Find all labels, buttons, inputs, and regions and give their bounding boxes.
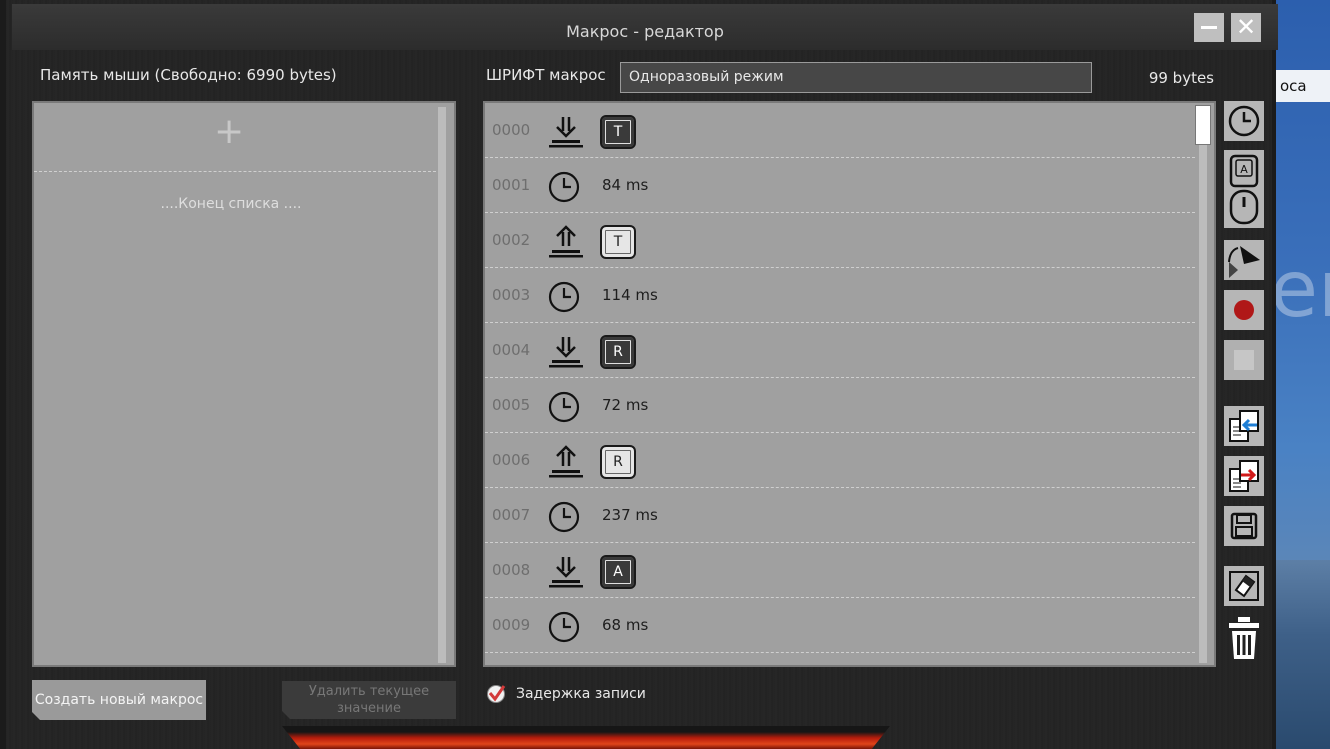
stop-icon [1234, 350, 1254, 370]
minimize-icon [1201, 26, 1217, 29]
event-row[interactable]: 0009 68 ms [485, 598, 1195, 653]
cursor-tool-button[interactable] [1224, 240, 1264, 280]
key-release-icon [548, 225, 584, 259]
insert-key-mouse-button[interactable]: A [1224, 150, 1264, 228]
key-press-icon [548, 555, 584, 589]
playback-mode-select[interactable]: Одноразовый режим [620, 62, 1092, 93]
delay-value[interactable]: 68 ms [602, 598, 648, 653]
event-row[interactable]: 0005 72 ms [485, 378, 1195, 433]
key-cap: T [600, 225, 636, 259]
event-row[interactable]: 0003 114 ms [485, 268, 1195, 323]
stop-button[interactable] [1224, 340, 1264, 380]
key-cap: A [600, 555, 636, 589]
macro-size-label: 99 bytes [1148, 69, 1214, 87]
delay-value[interactable]: 84 ms [602, 158, 648, 213]
event-row[interactable]: 0006 R [485, 433, 1195, 488]
events-scrollbar-thumb[interactable] [1195, 105, 1211, 145]
minimize-button[interactable] [1194, 13, 1224, 42]
event-index: 0004 [492, 341, 531, 359]
key-press-icon [548, 335, 584, 369]
title-bar[interactable]: Макрос - редактор [12, 4, 1278, 50]
mouse-memory-heading: Память мыши (Свободно: 6990 bytes) [40, 66, 337, 84]
delay-clock-icon [548, 170, 584, 204]
delay-record-checkbox[interactable] [486, 684, 506, 704]
save-icon [1230, 512, 1258, 540]
bottom-accent-bar [282, 726, 890, 749]
events-scrollbar-track[interactable] [1199, 105, 1207, 663]
macro-events-panel: 0000 T 0001 84 ms 0002 T 0003 114 ms 0004 R 0005 72… [483, 101, 1216, 667]
event-index: 0008 [492, 561, 531, 579]
key-release-icon [548, 445, 584, 479]
eraser-icon [1229, 571, 1259, 601]
macro-list-scrollbar[interactable] [438, 107, 446, 663]
delay-value[interactable]: 114 ms [602, 268, 658, 323]
eraser-button[interactable] [1224, 566, 1264, 606]
list-end-label: ....Конец списка .... [160, 196, 302, 212]
delete-all-button[interactable] [1224, 614, 1264, 662]
event-row[interactable]: 0000 T [485, 103, 1195, 158]
add-macro-icon[interactable]: + [214, 114, 244, 150]
event-row[interactable]: 0004 R [485, 323, 1195, 378]
event-row[interactable]: 0002 T [485, 213, 1195, 268]
desktop-partial-label: оса [1270, 70, 1330, 102]
key-cap: R [600, 335, 636, 369]
macro-list-panel: + ....Конец списка .... [32, 101, 456, 667]
window-title: Макрос - редактор [566, 22, 724, 41]
event-row[interactable]: 0008 A [485, 543, 1195, 598]
delay-clock-icon [548, 280, 584, 314]
desktop-wallpaper [1270, 560, 1330, 749]
event-index: 0009 [492, 616, 531, 634]
event-index: 0000 [492, 121, 531, 139]
import-icon [1229, 410, 1259, 442]
cursor-icon [1228, 246, 1260, 278]
record-button[interactable] [1224, 290, 1264, 330]
record-icon [1234, 300, 1254, 320]
event-index: 0001 [492, 176, 531, 194]
trash-icon [1229, 617, 1259, 659]
import-button[interactable] [1224, 406, 1264, 446]
svg-text:A: A [1240, 163, 1248, 176]
delay-clock-icon [548, 390, 584, 424]
export-button[interactable] [1224, 456, 1264, 496]
create-macro-button[interactable]: Создать новый макрос [32, 680, 206, 720]
macro-editor-window: Макрос - редактор ✕ Память мыши (Свободн… [0, 0, 1278, 749]
list-divider [34, 171, 436, 172]
insert-delay-button[interactable] [1224, 101, 1264, 141]
insert-delay-icon [1228, 105, 1260, 137]
delay-value[interactable]: 237 ms [602, 488, 658, 543]
event-row[interactable]: 0007 237 ms [485, 488, 1195, 543]
event-row[interactable]: 0001 84 ms [485, 158, 1195, 213]
key-cap: R [600, 445, 636, 479]
event-index: 0003 [492, 286, 531, 304]
delay-record-label[interactable]: Задержка записи [516, 686, 646, 702]
event-index: 0002 [492, 231, 531, 249]
close-icon: ✕ [1235, 13, 1257, 41]
save-button[interactable] [1224, 506, 1264, 546]
delay-clock-icon [548, 610, 584, 644]
delay-value[interactable]: 72 ms [602, 378, 648, 433]
event-index: 0005 [492, 396, 531, 414]
insert-key-mouse-icon: A [1229, 154, 1259, 225]
delete-current-button[interactable]: Удалить текущее значение [282, 681, 456, 719]
desktop-wallpaper-text: en [1270, 245, 1330, 335]
close-button[interactable]: ✕ [1231, 13, 1261, 42]
event-index: 0007 [492, 506, 531, 524]
delay-clock-icon [548, 500, 584, 534]
font-macro-label: ШРИФТ макрос [486, 66, 606, 84]
export-icon [1229, 460, 1259, 492]
key-cap: T [600, 115, 636, 149]
event-index: 0006 [492, 451, 531, 469]
key-press-icon [548, 115, 584, 149]
